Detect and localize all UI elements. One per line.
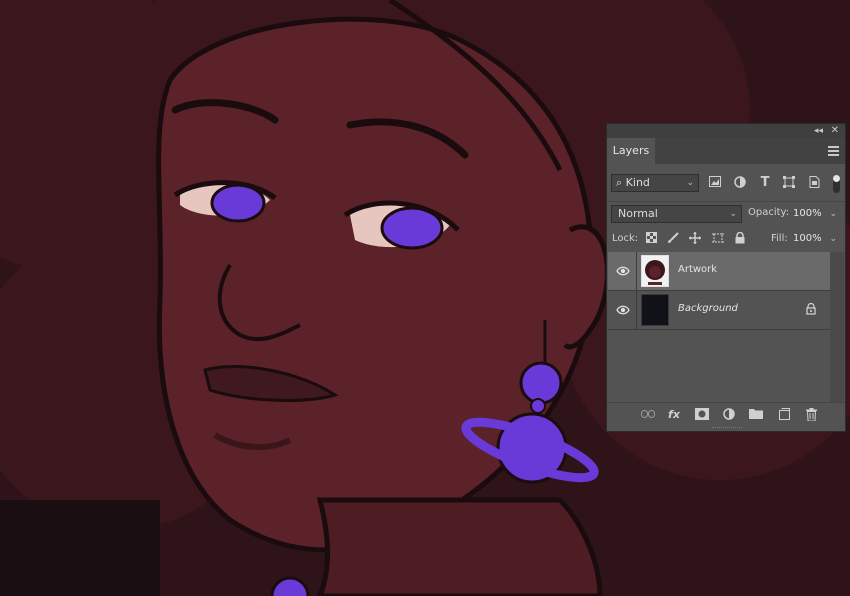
layer-thumbnail [641, 255, 669, 287]
adjustment-layer-icon[interactable] [722, 408, 736, 422]
layers-panel: ◂◂ ✕ Layers ⌕ Kind ⌄ T Normal ⌄ Opacity:… [606, 123, 846, 432]
filter-kind-dropdown[interactable]: ⌕ Kind ⌄ [611, 174, 699, 192]
layers-list: Artwork Background [608, 252, 830, 330]
add-mask-icon[interactable] [695, 408, 709, 422]
layer-row-background[interactable]: Background [608, 291, 830, 330]
lock-transparent-pixels-icon[interactable] [644, 232, 658, 246]
layer-name: Artwork [678, 264, 718, 275]
new-layer-icon[interactable] [777, 408, 791, 422]
layer-style-fx-button[interactable]: fx [667, 408, 681, 422]
opacity-value: 100% [793, 208, 822, 219]
panel-tab-bar: Layers [607, 138, 845, 164]
layers-scrollbar[interactable] [830, 252, 844, 402]
pixel-layer-filter-icon[interactable] [708, 176, 722, 190]
filter-toggle-switch[interactable] [833, 175, 840, 193]
blend-row: Normal ⌄ Opacity: 100% ⌄ [607, 201, 845, 224]
filter-row: ⌕ Kind ⌄ T [607, 172, 845, 196]
panel-resize-gripper[interactable] [712, 427, 742, 431]
delete-layer-trash-icon[interactable] [804, 408, 818, 422]
lock-label: Lock: [612, 233, 639, 244]
panel-bottom-toolbar: fx [607, 402, 845, 427]
search-icon: ⌕ [616, 176, 623, 189]
opacity-field[interactable]: 100% ⌄ [793, 205, 841, 223]
lock-icon [806, 303, 816, 315]
filter-kind-label: Kind [625, 176, 650, 189]
lock-row: Lock: Fill: 100% ⌄ [607, 228, 845, 250]
blend-mode-value: Normal [618, 207, 658, 220]
layer-row-artwork[interactable]: Artwork [608, 252, 830, 291]
close-panel-button[interactable]: ✕ [831, 124, 839, 138]
collapse-panel-button[interactable]: ◂◂ [814, 124, 823, 138]
eye-icon[interactable] [616, 303, 630, 317]
layer-thumbnail [641, 294, 669, 326]
lock-position-icon[interactable] [688, 232, 702, 246]
tab-layers[interactable]: Layers [607, 138, 655, 164]
type-layer-filter-icon[interactable]: T [758, 176, 772, 190]
fill-value: 100% [793, 233, 822, 244]
fill-field[interactable]: 100% ⌄ [793, 230, 841, 248]
blend-mode-dropdown[interactable]: Normal ⌄ [611, 205, 742, 223]
opacity-label: Opacity: [748, 207, 790, 218]
lock-artboard-icon[interactable] [711, 232, 725, 246]
lock-image-pixels-icon[interactable] [666, 232, 680, 246]
shape-layer-filter-icon[interactable] [782, 176, 796, 190]
panel-menu-icon[interactable] [828, 146, 839, 158]
fill-label: Fill: [771, 233, 788, 244]
adjustment-layer-filter-icon[interactable] [733, 176, 747, 190]
lock-all-icon[interactable] [733, 231, 747, 246]
new-group-folder-icon[interactable] [749, 408, 763, 422]
smart-object-filter-icon[interactable] [807, 176, 821, 190]
link-layers-icon[interactable] [641, 408, 655, 422]
panel-title-strip: ◂◂ ✕ [607, 124, 845, 138]
eye-icon[interactable] [616, 264, 630, 278]
layer-name: Background [678, 303, 738, 314]
